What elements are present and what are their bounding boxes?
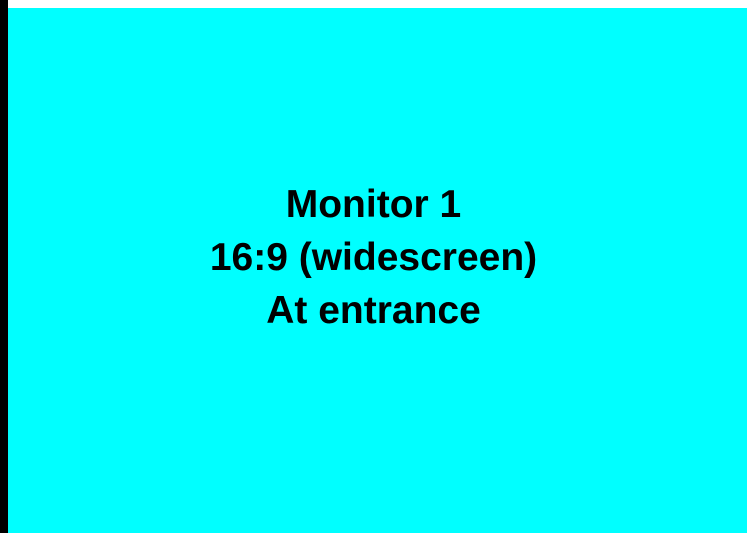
monitor-title: Monitor 1 [285,183,462,226]
monitor-aspect-ratio: 16:9 (widescreen) [209,236,538,279]
monitor-screen: Monitor 1 16:9 (widescreen) At entrance [0,0,747,533]
monitor-label: Monitor 1 16:9 (widescreen) At entrance [0,178,747,337]
monitor-location: At entrance [266,289,481,332]
